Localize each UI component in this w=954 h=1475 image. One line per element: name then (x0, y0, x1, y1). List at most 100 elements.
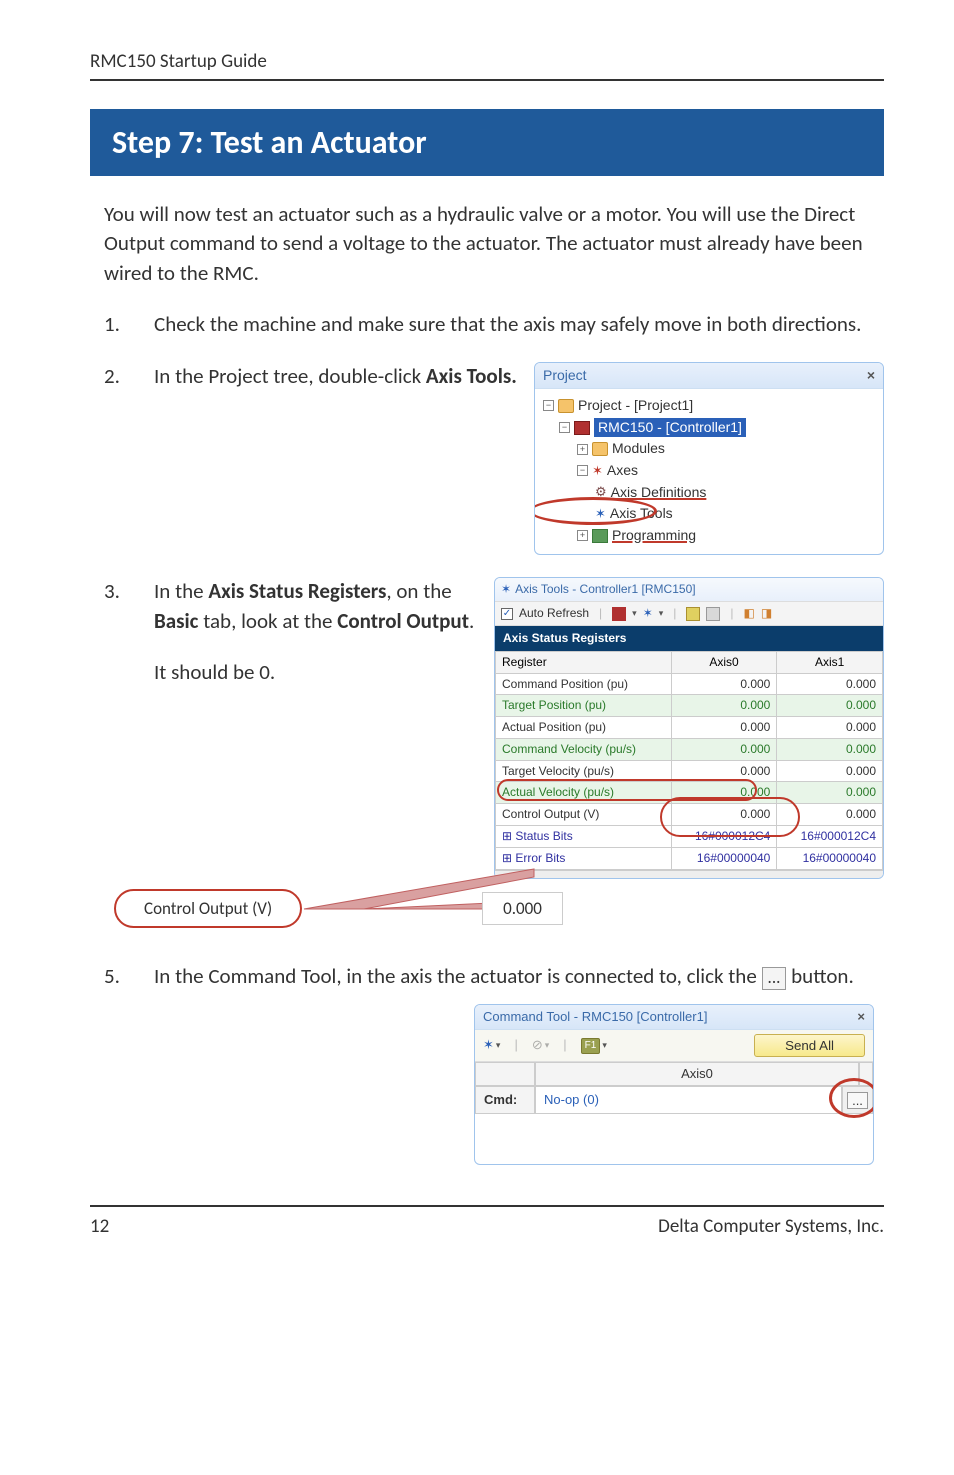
toolbar-icon-4[interactable] (706, 607, 720, 621)
cmd-window-titlebar: Command Tool - RMC150 [Controller1] × (475, 1005, 873, 1030)
table-row: Target Position (pu)0.0000.000 (496, 695, 883, 717)
controller-icon (574, 421, 590, 435)
collapse-icon[interactable]: − (543, 400, 554, 411)
cmd-row: Cmd: No-op (0) ... (475, 1086, 873, 1114)
cell-label: Target Position (pu) (496, 695, 672, 717)
step-5-text: In the Command Tool, in the axis the act… (154, 962, 884, 991)
spark-icon: ✶ (501, 581, 511, 598)
toolbar-icon-6[interactable]: ◨ (761, 605, 772, 622)
collapse-icon[interactable]: − (577, 465, 588, 476)
cmd-value-input[interactable]: No-op (0) (536, 1087, 842, 1113)
tree-root-label: Project - [Project1] (578, 396, 693, 416)
axis-status-table: Register Axis0 Axis1 Command Position (p… (495, 651, 883, 870)
cell-value: 16#00000040 (777, 847, 883, 869)
cell-value: 0.000 (777, 760, 883, 782)
cell-value: 0.000 (671, 695, 777, 717)
callout-bubble: Control Output (V) (114, 889, 302, 929)
toolbar-stop-button[interactable]: ⊘ ▾ (532, 1036, 549, 1054)
page-footer: 12 Delta Computer Systems, Inc. (90, 1205, 884, 1238)
toolbar-spark-button[interactable]: ✶ ▾ (483, 1036, 500, 1054)
cell-label: Error Bits (515, 851, 565, 865)
step-3-a: In the (154, 578, 208, 604)
toolbar-icon-5[interactable]: ◧ (744, 605, 755, 622)
axis-status-tab[interactable]: Axis Status Registers (495, 626, 883, 651)
step-3-d: Basic (154, 608, 198, 634)
step-1-text: Check the machine and make sure that the… (154, 310, 884, 339)
toolbar-icon-3[interactable] (686, 607, 700, 621)
tree-controller[interactable]: − RMC150 - [Controller1] (543, 417, 875, 439)
auto-refresh-checkbox[interactable]: ✓ (501, 608, 513, 620)
cmd-axis-header: Axis0 (535, 1062, 859, 1086)
tree-axes[interactable]: − ✶ Axes (543, 460, 875, 482)
cmd-window-title-text: Command Tool - RMC150 [Controller1] (483, 1008, 707, 1026)
step-5-number: 5. (104, 962, 130, 991)
chevron-down-icon[interactable]: ▾ (659, 607, 664, 620)
expand-icon[interactable]: + (577, 530, 588, 541)
step-2-text-a: In the Project tree, double-click (154, 363, 426, 389)
project-icon (558, 399, 574, 413)
toolbar-icon-1[interactable] (612, 607, 626, 621)
project-panel-title-text: Project (543, 366, 587, 386)
page-number: 12 (90, 1215, 109, 1238)
toolbar-icon-2[interactable]: ✶ (643, 605, 653, 622)
chevron-down-icon[interactable]: ▾ (632, 607, 637, 620)
project-panel: Project × − Project - [Project1] − RMC15… (534, 362, 884, 556)
cell-value: 0.000 (777, 738, 883, 760)
step-2-number: 2. (104, 362, 130, 391)
tree-modules-label: Modules (612, 439, 665, 459)
step-3-number: 3. (104, 577, 130, 606)
cmd-label: Cmd: (475, 1086, 535, 1114)
close-icon[interactable]: × (867, 366, 875, 386)
cell-label: Status Bits (515, 829, 572, 843)
step-1-number: 1. (104, 310, 130, 339)
cell-value: 0.000 (671, 738, 777, 760)
table-row: Command Position (pu)0.0000.000 (496, 673, 883, 695)
ellipsis-button-icon: ... (762, 967, 787, 989)
step-3-c: , on the (386, 578, 451, 604)
cell-value: 0.000 (777, 673, 883, 695)
step-3-f: Control Output (337, 608, 469, 634)
tree-modules[interactable]: + Modules (543, 438, 875, 460)
step-3-sub: It should be 0. (154, 658, 478, 687)
cell-label: Control Output (V) (496, 804, 672, 826)
doc-header: RMC150 Startup Guide (90, 50, 884, 81)
cell-value: 16#00000040 (671, 847, 777, 869)
callout-value: 0.000 (482, 892, 563, 926)
axis-window-title-text: Axis Tools - Controller1 [RMC150] (515, 581, 696, 598)
cell-value: 0.000 (777, 717, 883, 739)
cell-value: 0.000 (671, 717, 777, 739)
tree-axes-label: Axes (607, 461, 638, 481)
table-row: Actual Position (pu)0.0000.000 (496, 717, 883, 739)
close-icon[interactable]: × (857, 1008, 865, 1026)
step-3-text: In the Axis Status Registers, on the Bas… (154, 577, 478, 687)
send-all-button[interactable]: Send All (754, 1034, 865, 1057)
tree-root[interactable]: − Project - [Project1] (543, 395, 875, 417)
tree-programming[interactable]: + Programming (543, 525, 875, 547)
step-5-b: button. (786, 963, 853, 989)
expand-icon[interactable]: + (577, 444, 588, 455)
cell-value: 0.000 (671, 673, 777, 695)
axis-window-titlebar: ✶ Axis Tools - Controller1 [RMC150] (495, 578, 883, 601)
programming-icon (592, 529, 608, 543)
folder-icon (592, 442, 608, 456)
step-3-b: Axis Status Registers (208, 578, 386, 604)
cell-label: Command Position (pu) (496, 673, 672, 695)
step-2-text-b: Axis Tools. (426, 363, 517, 389)
toolbar-key-button[interactable]: F1 ▾ (581, 1038, 607, 1054)
col-register: Register (496, 651, 672, 673)
table-row: ⊞ Error Bits16#0000004016#00000040 (496, 847, 883, 869)
cell-value: 0.000 (777, 695, 883, 717)
cmd-toolbar: ✶ ▾ | ⊘ ▾ | F1 ▾ Send All (475, 1030, 873, 1062)
tree-axis-tools[interactable]: ✶ Axis Tools (543, 503, 875, 525)
step-3-e: tab, look at the (198, 608, 337, 634)
highlight-circle (829, 1078, 874, 1118)
step-2-text: In the Project tree, double-click Axis T… (154, 362, 518, 391)
col-axis0: Axis0 (671, 651, 777, 673)
col-axis1: Axis1 (777, 651, 883, 673)
axis-status-window: ✶ Axis Tools - Controller1 [RMC150] ✓ Au… (494, 577, 884, 878)
callout-label: Control Output (V) (144, 898, 272, 919)
auto-refresh-label: Auto Refresh (519, 605, 589, 622)
step-banner: Step 7: Test an Actuator (90, 109, 884, 176)
cell-label: Actual Position (pu) (496, 717, 672, 739)
collapse-icon[interactable]: − (559, 422, 570, 433)
